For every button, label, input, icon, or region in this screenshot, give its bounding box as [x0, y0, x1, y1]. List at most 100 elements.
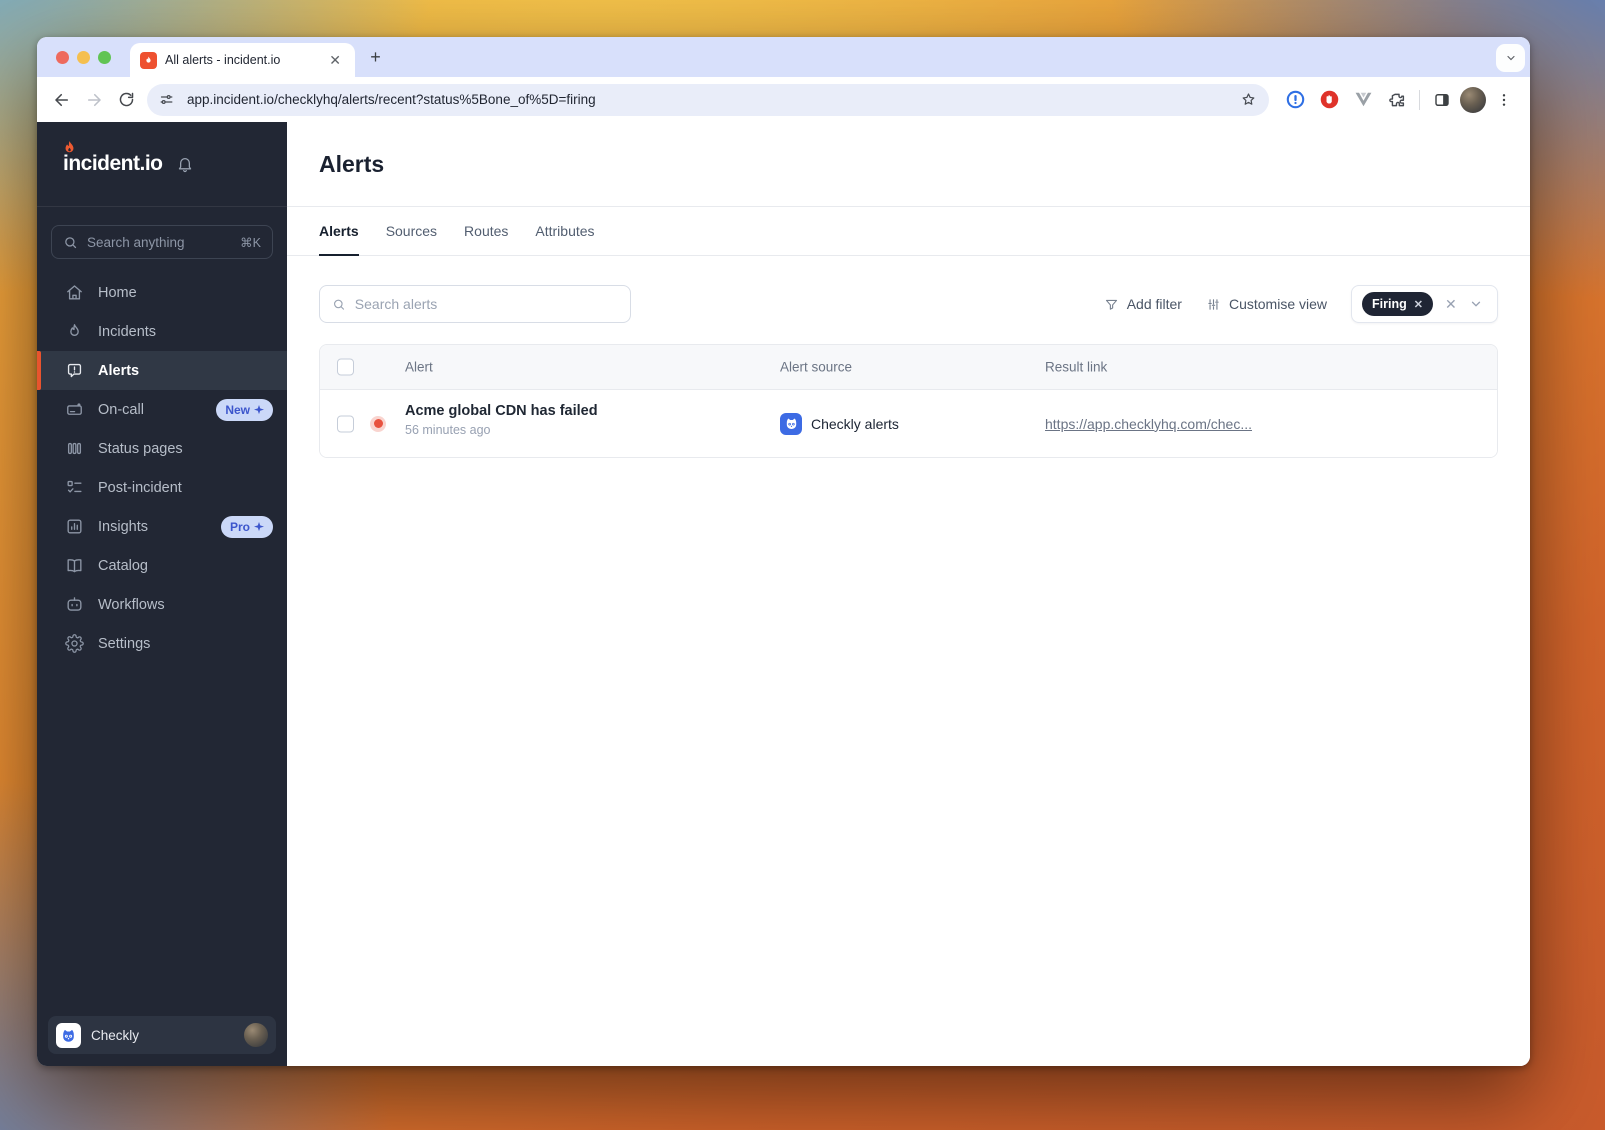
sidebar-item-on-call[interactable]: On-call New — [37, 390, 287, 429]
back-icon[interactable] — [47, 85, 77, 115]
sliders-icon — [1208, 298, 1219, 310]
checkly-logo-icon — [56, 1022, 81, 1048]
sidebar-item-alerts[interactable]: Alerts — [37, 351, 287, 390]
controls-row: Add filter Customise view Firing ✕ ✕ — [287, 256, 1530, 323]
sidebar-item-catalog[interactable]: Catalog — [37, 546, 287, 585]
alert-cell: Acme global CDN has failed 56 minutes ag… — [405, 403, 598, 437]
checkly-source-icon — [780, 412, 802, 435]
main-content: Alerts Alerts Sources Routes Attributes — [287, 122, 1530, 1066]
sparkle-icon — [254, 404, 264, 414]
alert-source-label: Checkly alerts — [811, 415, 899, 432]
reload-icon[interactable] — [111, 85, 141, 115]
sidebar-nav: Home Incidents Alerts On-call New Status… — [37, 269, 287, 1016]
gear-icon — [65, 634, 84, 653]
close-window-button[interactable] — [56, 51, 69, 64]
status-bars-icon — [67, 442, 82, 455]
search-shortcut: ⌘K — [240, 235, 261, 250]
browser-toolbar: app.incident.io/checklyhq/alerts/recent?… — [37, 77, 1530, 122]
add-filter-button[interactable]: Add filter — [1104, 296, 1182, 312]
bookmark-star-icon[interactable] — [1235, 87, 1261, 113]
alerts-table: Alert Alert source Result link Acme glob… — [319, 344, 1498, 458]
customise-view-button[interactable]: Customise view — [1206, 296, 1327, 312]
sidebar-item-status-pages[interactable]: Status pages — [37, 429, 287, 468]
tab-routes[interactable]: Routes — [464, 207, 508, 256]
table-header-row: Alert Alert source Result link — [320, 345, 1497, 390]
sidebar-item-workflows[interactable]: Workflows — [37, 585, 287, 624]
search-alerts-input[interactable] — [354, 296, 618, 312]
brand-row: incident.io — [37, 122, 287, 207]
desktop-wallpaper: All alerts - incident.io ✕ + app.inciden… — [0, 0, 1605, 1130]
column-header-result-link: Result link — [1045, 359, 1108, 375]
sidebar-item-label: Incidents — [98, 323, 157, 340]
sidebar-item-incidents[interactable]: Incidents — [37, 312, 287, 351]
clear-filter-icon[interactable]: ✕ — [1445, 297, 1457, 311]
new-badge: New — [216, 398, 273, 421]
flame-icon — [70, 324, 79, 336]
incident-io-logo[interactable]: incident.io — [63, 141, 163, 176]
chevron-down-icon[interactable] — [1469, 297, 1483, 311]
firing-filter-chip[interactable]: Firing ✕ — [1362, 292, 1433, 316]
robot-icon — [67, 597, 82, 611]
table-row[interactable]: Acme global CDN has failed 56 minutes ag… — [320, 390, 1497, 457]
tab-close-icon[interactable]: ✕ — [325, 51, 345, 69]
sidebar-item-label: Alerts — [98, 362, 140, 379]
workspace-name: Checkly — [91, 1027, 140, 1043]
sidebar-item-label: Status pages — [98, 440, 183, 457]
forward-icon[interactable] — [79, 85, 109, 115]
sparkle-icon — [254, 521, 264, 531]
view-controls: Add filter Customise view Firing ✕ ✕ — [1104, 285, 1498, 323]
flame-logo-icon — [65, 141, 74, 153]
sidebar-item-insights[interactable]: Insights Pro — [37, 507, 287, 546]
menu-icon[interactable] — [1488, 85, 1520, 115]
site-info-icon[interactable] — [153, 87, 179, 113]
sidebar-item-post-incident[interactable]: Post-incident — [37, 468, 287, 507]
search-icon — [65, 236, 77, 248]
browser-tab[interactable]: All alerts - incident.io ✕ — [130, 43, 355, 77]
tab-sources[interactable]: Sources — [386, 207, 437, 256]
row-checkbox[interactable] — [337, 415, 354, 432]
sidebar-item-label: On-call — [98, 401, 144, 418]
sidebar-item-home[interactable]: Home — [37, 273, 287, 312]
page-tabs: Alerts Sources Routes Attributes — [287, 207, 1530, 256]
sidebar-item-label: Catalog — [98, 557, 148, 574]
vue-devtools-icon[interactable] — [1347, 85, 1379, 115]
sidebar-item-settings[interactable]: Settings — [37, 624, 287, 663]
column-header-alert-source: Alert source — [780, 359, 853, 375]
traffic-lights — [56, 51, 111, 64]
checklist-icon — [67, 480, 82, 493]
sidebar: incident.io Search anything ⌘K Home Inci… — [37, 122, 287, 1066]
tab-attributes[interactable]: Attributes — [535, 207, 594, 256]
search-alerts-field[interactable] — [319, 285, 631, 323]
extensions-icon[interactable] — [1381, 85, 1413, 115]
tab-search-chevron-icon[interactable] — [1496, 44, 1525, 72]
profile-avatar[interactable] — [1460, 86, 1486, 113]
minimize-window-button[interactable] — [77, 51, 90, 64]
result-link[interactable]: https://app.checklyhq.com/chec... — [1045, 416, 1252, 432]
book-icon — [67, 559, 82, 573]
adblock-icon[interactable] — [1313, 85, 1345, 115]
new-tab-button[interactable]: + — [363, 45, 388, 70]
funnel-icon — [1105, 299, 1117, 310]
notifications-bell-icon[interactable] — [176, 155, 194, 173]
alert-source-cell: Checkly alerts — [780, 412, 899, 435]
home-icon — [67, 285, 82, 300]
firing-status-dot — [370, 415, 386, 432]
incident-io-favicon — [140, 51, 157, 69]
sidebar-item-label: Insights — [98, 518, 148, 535]
url-bar[interactable]: app.incident.io/checklyhq/alerts/recent?… — [147, 83, 1269, 116]
workspace-switcher[interactable]: Checkly — [48, 1016, 276, 1054]
select-all-checkbox[interactable] — [337, 358, 354, 376]
tab-alerts[interactable]: Alerts — [319, 207, 359, 256]
url-text: app.incident.io/checklyhq/alerts/recent?… — [187, 92, 596, 107]
status-filter-select[interactable]: Firing ✕ ✕ — [1351, 285, 1498, 323]
side-panel-icon[interactable] — [1426, 85, 1458, 115]
user-avatar — [244, 1023, 268, 1047]
column-header-alert: Alert — [405, 359, 433, 375]
remove-firing-chip-icon[interactable]: ✕ — [1414, 298, 1423, 311]
onepassword-icon[interactable] — [1279, 85, 1311, 115]
search-anything-input[interactable]: Search anything ⌘K — [51, 225, 273, 259]
browser-tab-strip: All alerts - incident.io ✕ + — [37, 37, 1530, 77]
alert-title[interactable]: Acme global CDN has failed — [405, 403, 598, 419]
zoom-window-button[interactable] — [98, 51, 111, 64]
search-placeholder: Search anything — [87, 234, 185, 250]
